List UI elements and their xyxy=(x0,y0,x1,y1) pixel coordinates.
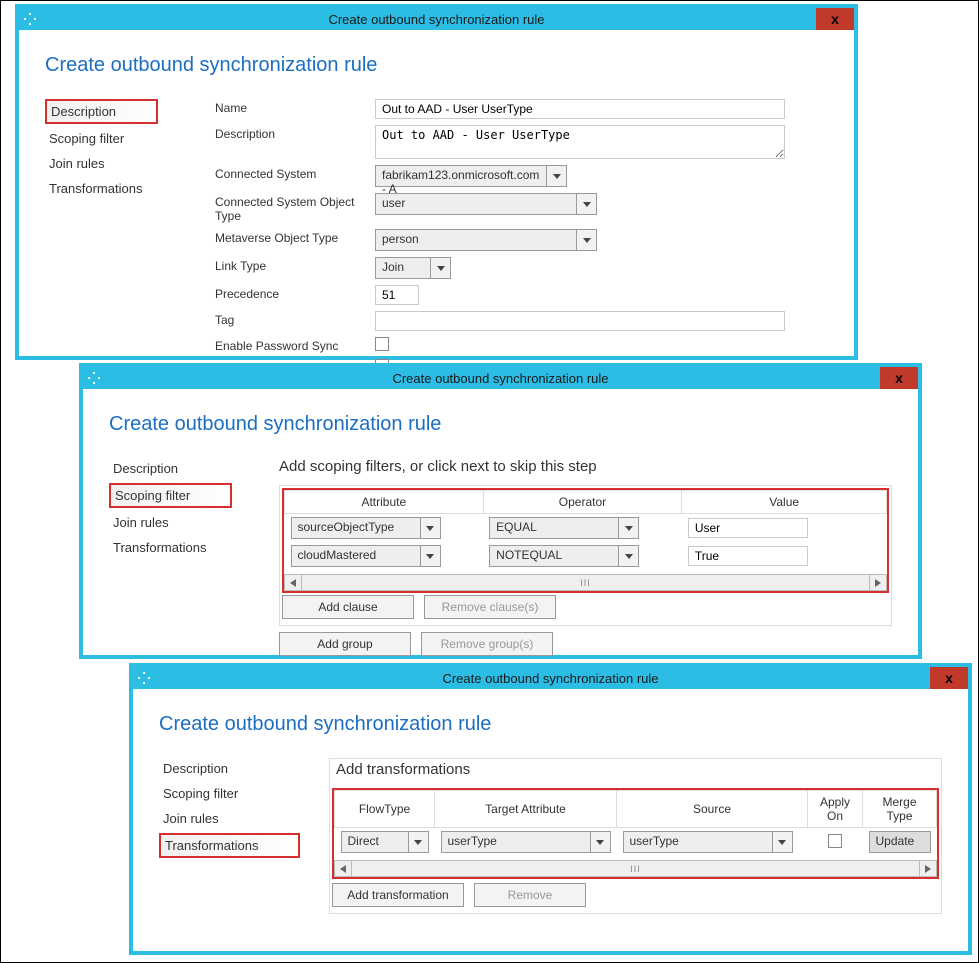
col-value: Value xyxy=(682,491,887,514)
chevron-down-icon xyxy=(618,518,638,538)
label-csot: Connected System Object Type xyxy=(215,193,375,223)
horizontal-scrollbar[interactable]: III xyxy=(334,860,937,877)
label-connected-system: Connected System xyxy=(215,165,375,181)
col-target: Target Attribute xyxy=(435,791,617,828)
transformation-row: Direct userType userType Update xyxy=(335,828,937,857)
window-title: Create outbound synchronization rule xyxy=(133,671,968,686)
wizard-nav: Description Scoping filter Join rules Tr… xyxy=(45,99,215,381)
attribute-select[interactable]: cloudMastered xyxy=(291,545,441,567)
label-tag: Tag xyxy=(215,311,375,327)
name-input[interactable] xyxy=(375,99,785,119)
scoping-filter-panel: Attribute Operator Value sourceObjectTyp… xyxy=(282,488,889,593)
label-eps: Enable Password Sync xyxy=(215,337,375,353)
col-source: Source xyxy=(617,791,808,828)
nav-transformations[interactable]: Transformations xyxy=(45,178,146,199)
source-select[interactable]: userType xyxy=(623,831,793,853)
window-title: Create outbound synchronization rule xyxy=(19,12,854,27)
titlebar[interactable]: Create outbound synchronization rule x xyxy=(133,667,968,689)
chevron-down-icon xyxy=(576,230,596,250)
col-attribute: Attribute xyxy=(285,491,484,514)
col-apply: Apply On xyxy=(808,791,863,828)
connected-system-select[interactable]: fabrikam123.onmicrosoft.com - A xyxy=(375,165,567,187)
nav-join-rules[interactable]: Join rules xyxy=(159,808,223,829)
wizard-nav: Description Scoping filter Join rules Tr… xyxy=(159,758,329,914)
chevron-down-icon xyxy=(618,546,638,566)
col-operator: Operator xyxy=(483,491,682,514)
apply-once-checkbox[interactable] xyxy=(828,834,842,848)
nav-transformations[interactable]: Transformations xyxy=(159,833,300,858)
transformations-table: FlowType Target Attribute Source Apply O… xyxy=(334,790,937,856)
add-transformation-button[interactable]: Add transformation xyxy=(332,883,464,907)
nav-scoping-filter[interactable]: Scoping filter xyxy=(159,783,242,804)
add-clause-button[interactable]: Add clause xyxy=(282,595,414,619)
nav-description[interactable]: Description xyxy=(109,458,182,479)
wizard-nav: Description Scoping filter Join rules Tr… xyxy=(109,458,279,656)
label-name: Name xyxy=(215,99,375,115)
chevron-down-icon xyxy=(546,166,566,186)
label-link-type: Link Type xyxy=(215,257,375,273)
flowtype-select[interactable]: Direct xyxy=(341,831,429,853)
window-scoping-filter: Create outbound synchronization rule x C… xyxy=(79,363,922,659)
filter-row: cloudMastered NOTEQUAL xyxy=(285,542,887,570)
section-title: Add transformations xyxy=(332,761,939,778)
page-heading: Create outbound synchronization rule xyxy=(45,54,828,77)
remove-group-button[interactable]: Remove group(s) xyxy=(421,632,553,656)
nav-description[interactable]: Description xyxy=(45,99,158,124)
remove-transformation-button[interactable]: Remove xyxy=(474,883,586,907)
nav-scoping-filter[interactable]: Scoping filter xyxy=(45,128,128,149)
value-input[interactable] xyxy=(688,546,808,566)
window-title: Create outbound synchronization rule xyxy=(83,371,918,386)
add-group-button[interactable]: Add group xyxy=(279,632,411,656)
chevron-down-icon xyxy=(420,546,440,566)
transformations-panel: FlowType Target Attribute Source Apply O… xyxy=(332,788,939,879)
description-input[interactable]: Out to AAD - User UserType xyxy=(375,125,785,159)
target-attribute-select[interactable]: userType xyxy=(441,831,611,853)
window-transformations: Create outbound synchronization rule x C… xyxy=(129,663,972,955)
chevron-down-icon xyxy=(420,518,440,538)
value-input[interactable] xyxy=(688,518,808,538)
label-precedence: Precedence xyxy=(215,285,375,301)
label-mvot: Metaverse Object Type xyxy=(215,229,375,245)
filter-row: sourceObjectType EQUAL xyxy=(285,514,887,543)
attribute-select[interactable]: sourceObjectType xyxy=(291,517,441,539)
description-form: Name Description Out to AAD - User UserT… xyxy=(215,99,828,381)
chevron-down-icon xyxy=(408,832,428,852)
window-description: Create outbound synchronization rule x C… xyxy=(15,4,858,360)
page-heading: Create outbound synchronization rule xyxy=(109,413,892,436)
nav-join-rules[interactable]: Join rules xyxy=(45,153,109,174)
titlebar[interactable]: Create outbound synchronization rule x xyxy=(83,367,918,389)
chevron-down-icon xyxy=(576,194,596,214)
chevron-down-icon xyxy=(590,832,610,852)
operator-select[interactable]: NOTEQUAL xyxy=(489,545,639,567)
scroll-right-icon[interactable] xyxy=(869,575,886,590)
nav-description[interactable]: Description xyxy=(159,758,232,779)
label-description: Description xyxy=(215,125,375,141)
section-title: Add scoping filters, or click next to sk… xyxy=(279,458,892,475)
scroll-left-icon[interactable] xyxy=(335,861,352,876)
remove-clause-button[interactable]: Remove clause(s) xyxy=(424,595,556,619)
nav-join-rules[interactable]: Join rules xyxy=(109,512,173,533)
csot-select[interactable]: user xyxy=(375,193,597,215)
precedence-input[interactable] xyxy=(375,285,419,305)
col-merge: Merge Type xyxy=(863,791,937,828)
chevron-down-icon xyxy=(430,258,450,278)
scroll-left-icon[interactable] xyxy=(285,575,302,590)
nav-scoping-filter[interactable]: Scoping filter xyxy=(109,483,232,508)
chevron-down-icon xyxy=(772,832,792,852)
page-heading: Create outbound synchronization rule xyxy=(159,713,942,736)
tag-input[interactable] xyxy=(375,311,785,331)
link-type-select[interactable]: Join xyxy=(375,257,451,279)
scoping-filter-table: Attribute Operator Value sourceObjectTyp… xyxy=(284,490,887,570)
scroll-right-icon[interactable] xyxy=(919,861,936,876)
enable-password-sync-checkbox[interactable] xyxy=(375,337,389,351)
merge-type-select[interactable]: Update xyxy=(869,831,931,853)
nav-transformations[interactable]: Transformations xyxy=(109,537,210,558)
horizontal-scrollbar[interactable]: III xyxy=(284,574,887,591)
mvot-select[interactable]: person xyxy=(375,229,597,251)
col-flowtype: FlowType xyxy=(335,791,435,828)
operator-select[interactable]: EQUAL xyxy=(489,517,639,539)
titlebar[interactable]: Create outbound synchronization rule x xyxy=(19,8,854,30)
